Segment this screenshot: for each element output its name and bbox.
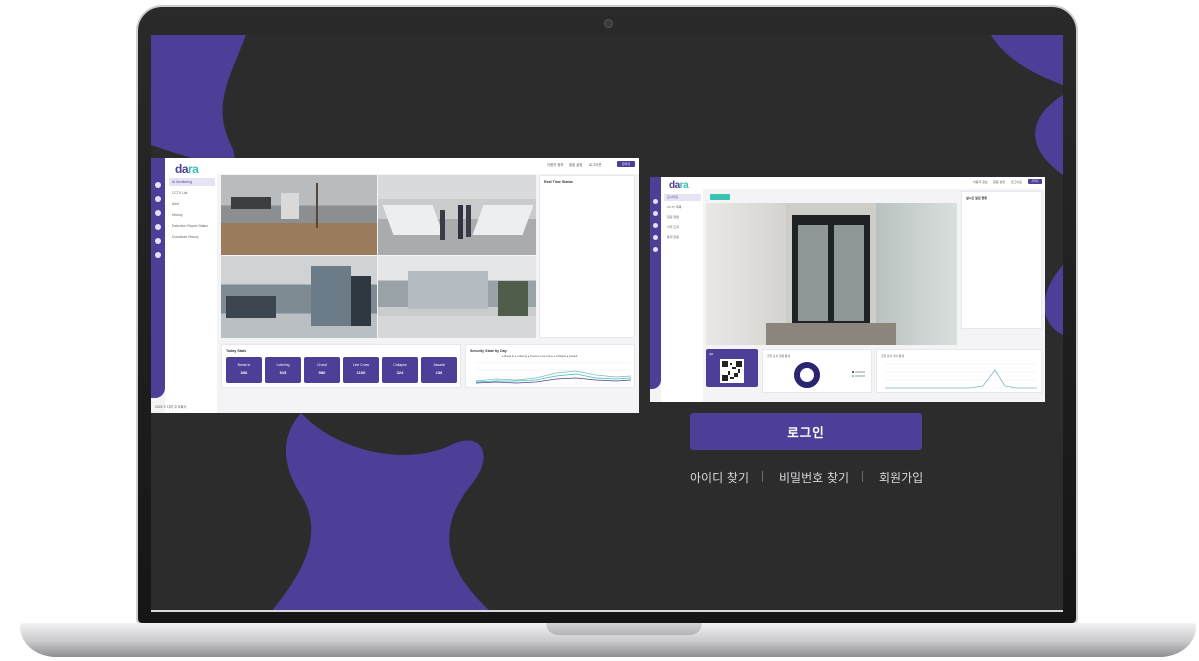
icon-rail [650,177,661,389]
detection-trend-chart [885,363,1037,389]
cctv-feed-3[interactable] [221,256,377,338]
detection-donut-chart [794,362,865,388]
home-icon [155,182,161,188]
menu-item-report[interactable]: Detection Report Status [169,222,215,230]
today-stats-title: Today Stats [226,349,247,353]
admin-button[interactable]: 관리자 [1028,179,1042,184]
today-stats-panel: Today Stats Break In 836 Loitering 515 Cro… [221,344,461,388]
menu-item-history[interactable]: History [169,211,215,219]
menu-item-alert[interactable]: Alert [169,200,215,208]
stat-card-collapse[interactable]: Collapse 324 [382,357,418,383]
real-time-status-title: Real Time Status [544,180,573,184]
sign-up-link[interactable]: 회원가입 [879,469,923,486]
account-links: 아이디 찾기 비밀번호 찾기 회원가입 [690,469,923,486]
qr-label: QR [709,352,714,356]
real-time-status-panel: Real Time Status [539,175,635,338]
camera-detail-screenshot: dara 모니터링 CCTV 목록 알림 현황 이력 조회 통계 현황 이용자 … [650,177,1045,402]
stat-card-break-in[interactable]: Break In 836 [226,357,262,383]
security-state-line-chart [475,362,632,385]
history-icon [653,235,658,240]
admin-button[interactable]: 관리자 [617,161,635,167]
dashboard-sidebar: dara AI Monitoring CCTV List Alert Histo… [165,158,217,413]
user-info-link[interactable]: 이용자 정보 [547,162,564,167]
laptop-notch [546,623,702,635]
menu-item-alerts[interactable]: 알림 현황 [664,214,701,221]
menu-item-monitoring[interactable]: 모니터링 [664,194,701,201]
dara-logo: dara [669,180,689,191]
qr-code-icon[interactable] [720,359,744,383]
cctv-feed-1[interactable] [221,175,377,255]
close-icon [155,224,161,230]
detail-realtime-panel: 실시간 알림 현황 [961,191,1042,329]
qr-panel: QR [706,349,758,387]
chart-icon [653,247,658,252]
icon-rail [151,158,165,398]
detail-topbar: 이용자 정보 알림 설정 로그아웃 관리자 [703,177,1045,189]
menu-item-stats[interactable]: 통계 현황 [664,234,701,241]
find-id-link[interactable]: 아이디 찾기 [690,469,749,486]
dashboard-footer: 2024 © 다라 주식회사 [155,405,187,409]
link-separator [862,471,863,482]
menu-item-cctv-list[interactable]: CCTV List [169,189,215,197]
stat-card-crowd[interactable]: Crowd 580 [304,357,340,383]
camera-status-tag [710,194,730,200]
menu-item-cctv-list[interactable]: CCTV 목록 [664,204,701,211]
webcam [604,19,613,28]
bell-icon [155,210,161,216]
detail-sidebar: dara 모니터링 CCTV 목록 알림 현황 이력 조회 통계 현황 [661,177,703,402]
cctv-main-feed[interactable] [706,203,957,345]
bell-icon [653,223,658,228]
detail-realtime-title: 실시간 알림 현황 [966,196,987,200]
dashboard-topbar: 이용자 정보 알림 설정 로그아웃 관리자 [217,158,639,174]
cctv-feed-2[interactable] [378,175,536,255]
alert-settings-link[interactable]: 알림 설정 [993,180,1005,184]
menu-item-history[interactable]: 이력 조회 [664,224,701,231]
dashboard-screenshot: dara AI Monitoring CCTV List Alert Histo… [151,158,639,413]
screen-bottom-edge [151,610,1063,612]
home-icon [653,199,658,204]
detection-donut-panel: 금일 감지 현황 통계 [762,349,872,393]
camera-icon [653,211,658,216]
find-password-link[interactable]: 비밀번호 찾기 [779,469,849,486]
menu-item-download[interactable]: Download History [169,233,215,241]
menu-item-ai-monitoring[interactable]: AI Monitoring [169,178,215,186]
laptop-screen: dara AI Monitoring CCTV List Alert Histo… [151,35,1063,612]
link-separator [762,471,763,482]
detection-trend-panel: 금일 감지 추이 통계 [876,349,1042,393]
download-icon [155,252,161,258]
stat-card-assault[interactable]: Assault 136 [421,357,457,383]
camera-icon [155,196,161,202]
dara-logo: dara [175,162,199,176]
stat-card-line-cross[interactable]: Line Cross 1100 [343,357,379,383]
login-button[interactable]: 로그인 [690,413,922,450]
cctv-feed-4[interactable] [378,256,536,338]
logout-link[interactable]: 로그아웃 [589,162,601,167]
security-state-chart-panel: Security State by Day ● Break In ● Loite… [465,344,635,388]
logout-link[interactable]: 로그아웃 [1011,180,1022,184]
user-info-link[interactable]: 이용자 정보 [973,180,988,184]
laptop-base [20,623,1196,657]
alert-settings-link[interactable]: 알림 설정 [569,162,582,167]
stat-card-loitering[interactable]: Loitering 515 [265,357,301,383]
chart-icon [155,238,161,244]
